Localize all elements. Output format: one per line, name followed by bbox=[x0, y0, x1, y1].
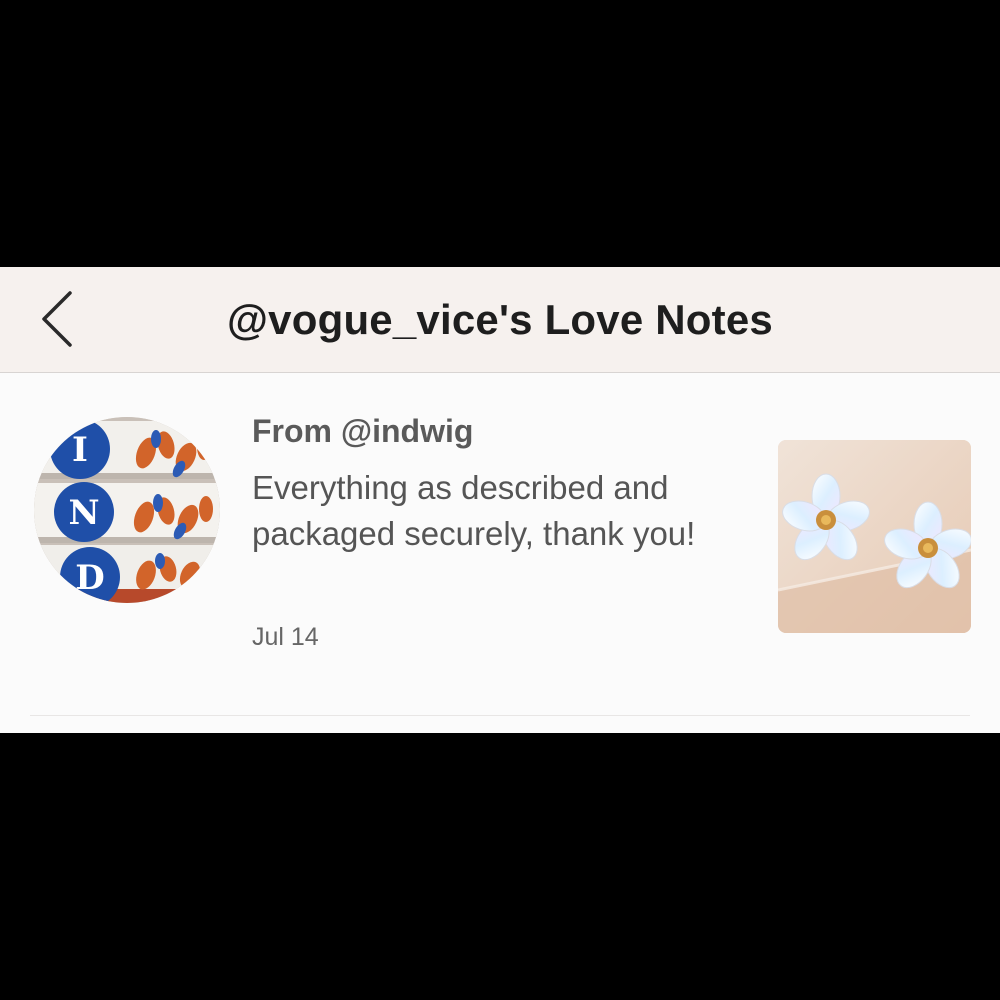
note-date: Jul 14 bbox=[252, 623, 319, 651]
love-notes-screen: @vogue_vice's Love Notes I N D From @ind… bbox=[0, 267, 1000, 733]
letterbox-bottom bbox=[0, 733, 1000, 1000]
avatar-letter-d: D bbox=[75, 558, 104, 598]
avatar-letter-n: N bbox=[68, 493, 99, 533]
love-note-item: I N D From @indwig Everything as describ… bbox=[0, 373, 1000, 716]
chevron-left-icon bbox=[42, 291, 72, 347]
note-author[interactable]: From @indwig bbox=[252, 413, 473, 450]
page-title: @vogue_vice's Love Notes bbox=[227, 296, 773, 343]
nav-header: @vogue_vice's Love Notes bbox=[0, 267, 1000, 373]
back-button[interactable] bbox=[30, 285, 90, 355]
avatar-letter-i: I bbox=[72, 430, 88, 470]
product-thumbnail[interactable] bbox=[778, 440, 971, 633]
avatar[interactable]: I N D bbox=[34, 417, 220, 603]
letterbox-top bbox=[0, 0, 1000, 267]
divider bbox=[30, 715, 970, 716]
flower-earrings-image bbox=[778, 440, 971, 633]
note-message: Everything as described and packaged sec… bbox=[252, 469, 696, 552]
